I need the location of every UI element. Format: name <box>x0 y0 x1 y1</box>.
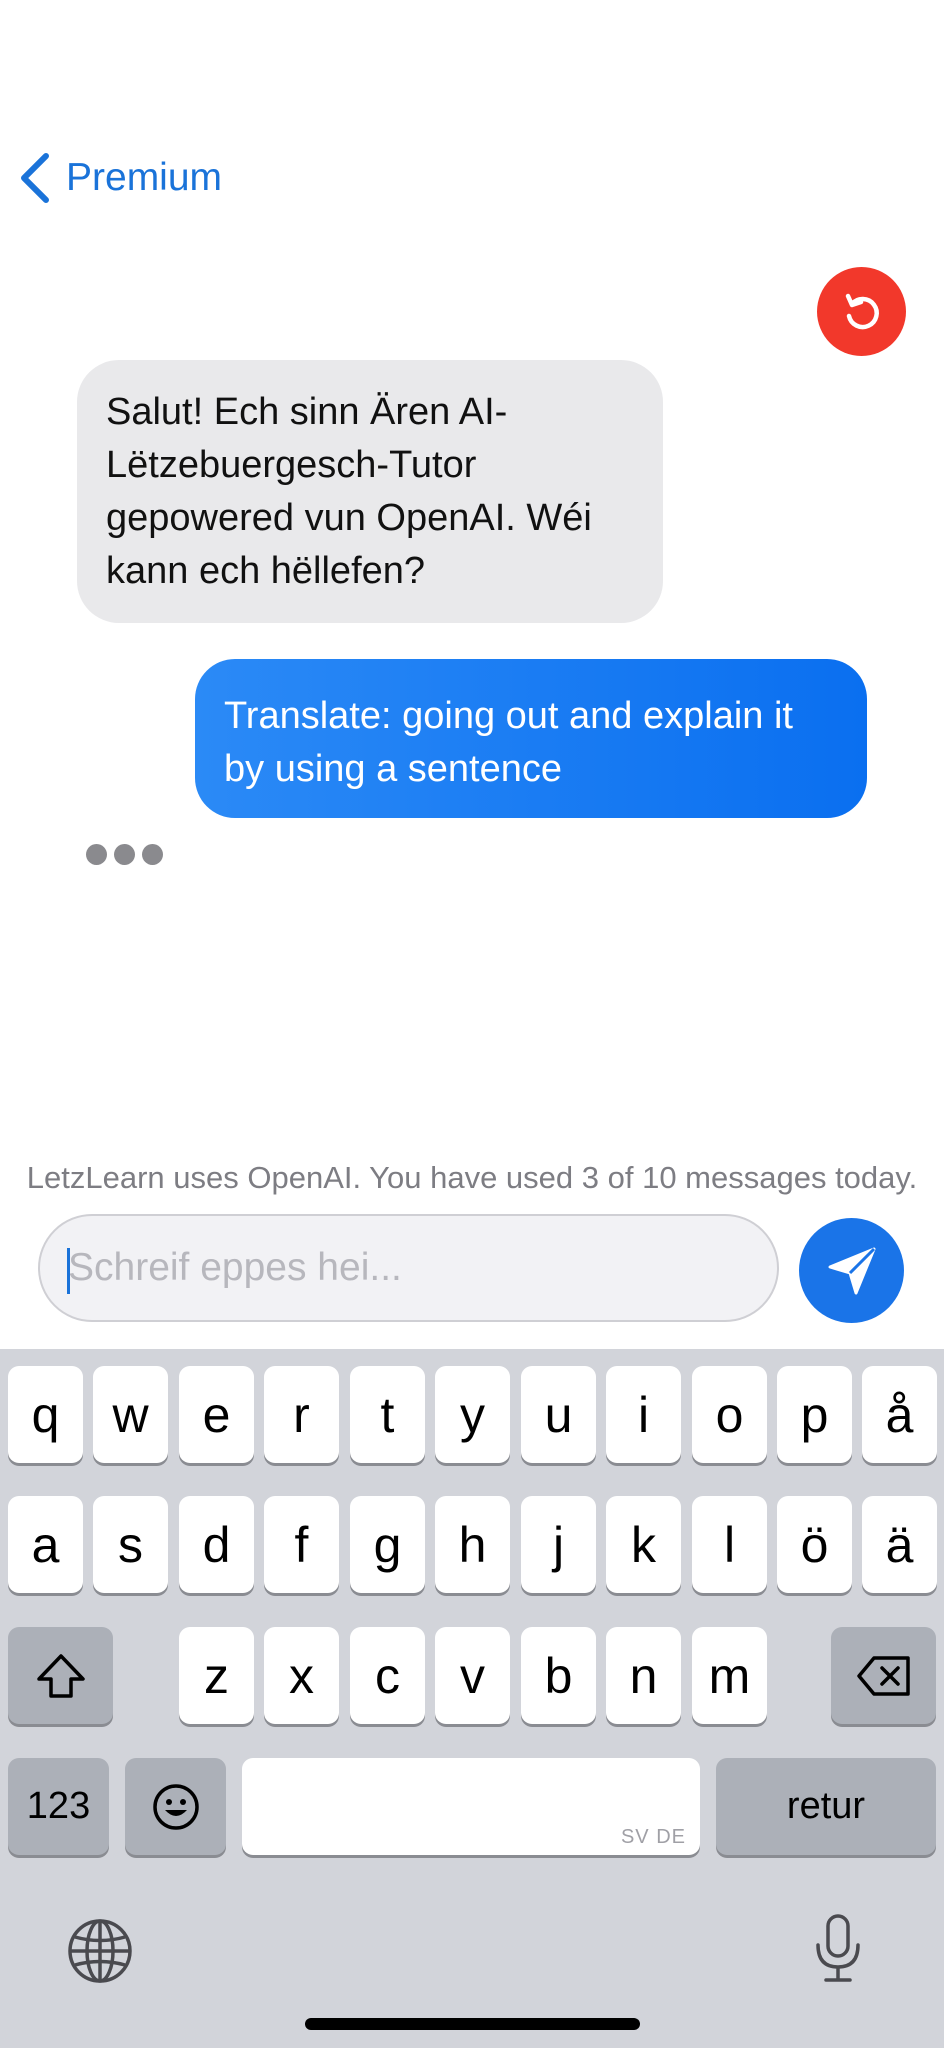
globe-icon <box>68 1919 132 1983</box>
usage-note: LetzLearn uses OpenAI. You have used 3 o… <box>26 1160 918 1195</box>
back-label: Premium <box>66 156 223 199</box>
key-l[interactable]: l <box>692 1496 767 1593</box>
keyboard: q w e r t y u i o p å a s d f g h j k l … <box>0 1349 944 2048</box>
message-input[interactable] <box>40 1216 777 1320</box>
key-g[interactable]: g <box>350 1496 425 1593</box>
keyboard-language-label: SV DE <box>620 1826 686 1848</box>
key-w[interactable]: w <box>93 1366 168 1463</box>
assistant-message: Salut! Ech sinn Ären AI-Lëtzebuergesch-T… <box>77 360 663 623</box>
key-m[interactable]: m <box>692 1627 767 1724</box>
key-p[interactable]: p <box>777 1366 852 1463</box>
key-v[interactable]: v <box>435 1627 510 1724</box>
key-j[interactable]: j <box>521 1496 596 1593</box>
emoji-key[interactable] <box>125 1758 226 1855</box>
globe-button[interactable] <box>66 1917 134 1985</box>
chevron-left-icon <box>21 153 49 203</box>
microphone-icon <box>816 1914 860 1982</box>
key-u[interactable]: u <box>521 1366 596 1463</box>
user-message: Translate: going out and explain it by u… <box>195 659 867 818</box>
key-k[interactable]: k <box>606 1496 681 1593</box>
key-a-umlaut[interactable]: ä <box>862 1496 937 1593</box>
key-o-umlaut[interactable]: ö <box>777 1496 852 1593</box>
back-button[interactable]: Premium <box>18 152 222 204</box>
key-f[interactable]: f <box>264 1496 339 1593</box>
key-t[interactable]: t <box>350 1366 425 1463</box>
shift-key[interactable] <box>8 1627 113 1724</box>
key-e[interactable]: e <box>179 1366 254 1463</box>
key-h[interactable]: h <box>435 1496 510 1593</box>
space-key[interactable]: SV DE <box>242 1758 700 1855</box>
key-x[interactable]: x <box>264 1627 339 1724</box>
numbers-key[interactable]: 123 <box>8 1758 109 1855</box>
home-indicator <box>305 2018 640 2030</box>
backspace-key[interactable] <box>831 1627 936 1724</box>
key-a-ring[interactable]: å <box>862 1366 937 1463</box>
message-input-container <box>38 1214 779 1322</box>
key-n[interactable]: n <box>606 1627 681 1724</box>
text-caret <box>67 1248 70 1294</box>
key-o[interactable]: o <box>692 1366 767 1463</box>
key-d[interactable]: d <box>179 1496 254 1593</box>
send-icon <box>828 1247 875 1294</box>
key-r[interactable]: r <box>264 1366 339 1463</box>
key-s[interactable]: s <box>93 1496 168 1593</box>
key-b[interactable]: b <box>521 1627 596 1724</box>
key-q[interactable]: q <box>8 1366 83 1463</box>
typing-indicator <box>86 844 163 865</box>
key-c[interactable]: c <box>350 1627 425 1724</box>
key-a[interactable]: a <box>8 1496 83 1593</box>
key-i[interactable]: i <box>606 1366 681 1463</box>
key-z[interactable]: z <box>179 1627 254 1724</box>
send-button[interactable] <box>799 1218 904 1323</box>
shift-icon <box>36 1653 85 1698</box>
key-y[interactable]: y <box>435 1366 510 1463</box>
refresh-icon <box>845 293 879 329</box>
dictation-button[interactable] <box>812 1913 864 1985</box>
backspace-icon <box>856 1655 910 1696</box>
reset-chat-button[interactable] <box>817 267 906 356</box>
emoji-icon <box>152 1783 199 1830</box>
return-key[interactable]: retur <box>716 1758 936 1855</box>
